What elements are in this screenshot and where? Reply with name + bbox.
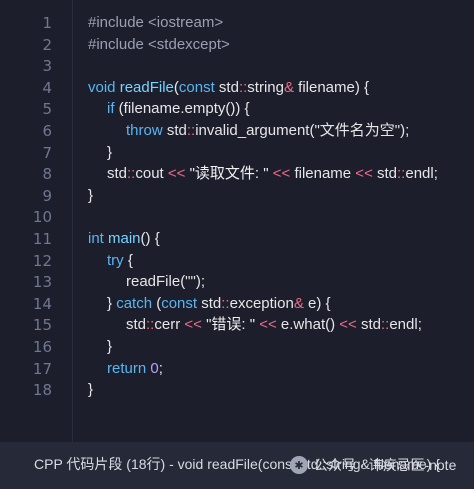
code-line: 4 void readFile(const std::string& filena… (0, 77, 474, 99)
line-number: 13 (32, 273, 52, 292)
line-number: 15 (32, 316, 52, 335)
code-line: 3 (0, 55, 474, 77)
code-text: void readFile(const std::string& filenam… (88, 78, 370, 96)
line-number: 7 (42, 143, 52, 162)
line-number: 17 (32, 359, 52, 378)
code-line: 1 #include <iostream> (0, 12, 474, 34)
code-line: 8 std::cout << "读取文件: " << filename << st… (0, 163, 474, 185)
line-number: 10 (32, 208, 52, 227)
code-text: throw std::invalid_argument("文件名为空"); (126, 122, 410, 139)
code-text: #include <stdexcept> (88, 35, 230, 53)
code-line: 13 readFile(""); (0, 271, 474, 293)
code-line: 17 return 0; (0, 358, 474, 380)
code-text: #include <iostream> (88, 14, 224, 31)
line-number: 12 (32, 251, 52, 270)
wechat-icon: ✱ (290, 456, 308, 474)
code-text: int main() { (88, 230, 160, 247)
code-text: } catch (const std::exception& e) { (107, 294, 331, 312)
code-line: 12 try { (0, 250, 474, 272)
code-line: 18} (0, 379, 474, 401)
line-number: 8 (42, 165, 52, 184)
watermark-text: 公众号 · 讳疾忌医-note (314, 457, 457, 473)
code-text: std::cerr << "错误: " << e.what() << std::… (126, 316, 422, 334)
line-number: 18 (32, 381, 52, 400)
snippet-footer: CPP 代码片段 (18行) - void readFile(const std… (0, 442, 474, 489)
code-text: readFile(""); (126, 273, 205, 291)
code-text: try { (107, 251, 133, 269)
code-line: 15 std::cerr << "错误: " << e.what() << std… (0, 314, 474, 336)
line-number: 9 (42, 186, 52, 205)
code-text: } (88, 381, 94, 399)
line-number: 14 (32, 294, 52, 313)
code-line: 16} (0, 336, 474, 358)
code-line: 10 (0, 206, 474, 228)
code-line: 14 } catch (const std::exception& e) { (0, 293, 474, 315)
line-number: 2 (42, 35, 52, 54)
line-number: 6 (42, 122, 52, 140)
line-number: 4 (42, 78, 52, 97)
code-text: return 0; (107, 359, 163, 377)
code-line: 6 throw std::invalid_argument("文件名为空"); (0, 120, 474, 142)
code-editor: 1 #include <iostream> 2 #include <stdexcept… (0, 0, 474, 442)
line-number: 16 (32, 338, 52, 356)
code-line: 2 #include <stdexcept> (0, 34, 474, 56)
line-number: 5 (42, 100, 52, 119)
line-number: 3 (42, 57, 52, 76)
code-line: 11 int main() { (0, 228, 474, 250)
line-number: 1 (42, 14, 52, 32)
code-line: 5 if (filename.empty()) { (0, 98, 474, 120)
code-line: 7} (0, 142, 474, 164)
code-text: std::cout << "读取文件: " << filename << std… (107, 165, 438, 183)
code-text: } (107, 143, 113, 161)
code-text: } (88, 186, 94, 204)
code-line: 9} (0, 185, 474, 207)
watermark: ✱ 公众号 · 讳疾忌医-note (290, 455, 456, 475)
code-text: if (filename.empty()) { (107, 100, 250, 118)
line-number: 11 (32, 230, 52, 248)
code-text: } (107, 338, 113, 355)
